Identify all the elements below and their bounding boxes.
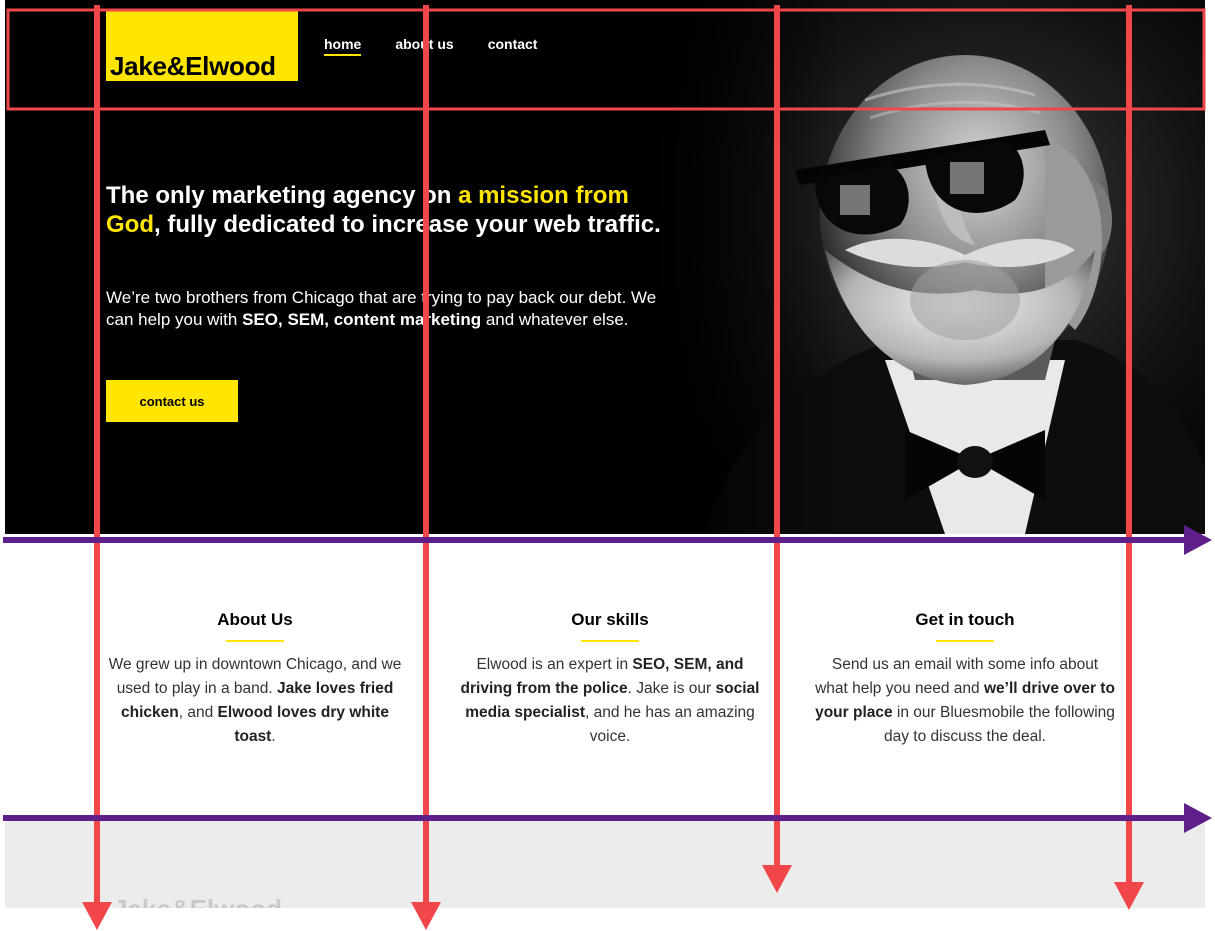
features-section: About Us We grew up in downtown Chicago,… [5,534,1205,818]
logo-text: Jake&Elwood [110,51,276,81]
feature-about-us: About Us We grew up in downtown Chicago,… [105,610,405,749]
feature-text: Send us an email with some info about wh… [815,653,1115,749]
site-logo[interactable]: Jake&Elwood [106,11,298,81]
headline-part-2: , fully dedicated to increase your web t… [154,211,661,238]
text-bold: Elwood loves dry white toast [217,704,389,745]
text-run: . Jake is our [627,680,716,697]
headline-part-1: The only marketing agency on [106,182,459,209]
hero-lead: We’re two brothers from Chicago that are… [106,287,676,331]
text-run: , and he has an amazing voice. [585,704,755,745]
hero-headline: The only marketing agency on a mission f… [106,181,676,239]
text-run: in our Bluesmobile the following day to … [884,704,1115,745]
contact-us-button[interactable]: contact us [106,380,238,422]
page: Jake&Elwood home about us contact The on… [5,0,1205,931]
title-underline [936,640,994,642]
hero-portrait-image [645,0,1205,534]
nav-item-home[interactable]: home [324,36,362,56]
footer: Jake&Elwood [5,818,1205,908]
feature-title: Get in touch [915,610,1015,629]
text-run: , and [178,704,218,721]
footer-logo: Jake&Elwood [113,894,282,908]
feature-text: We grew up in downtown Chicago, and we u… [105,653,405,749]
lead-part-2: and whatever else. [481,310,629,329]
main-nav: home about us contact [324,36,571,56]
text-run: . [271,728,276,745]
lead-bold: SEO, SEM, content marketing [242,310,482,329]
nav-item-contact[interactable]: contact [488,36,538,56]
feature-text: Elwood is an expert in SEO, SEM, and dri… [460,653,760,749]
feature-title: Our skills [571,610,649,629]
feature-title: About Us [217,610,293,629]
title-underline [581,640,639,642]
title-underline [226,640,284,642]
feature-our-skills: Our skills Elwood is an expert in SEO, S… [460,610,760,749]
feature-get-in-touch: Get in touch Send us an email with some … [815,610,1115,749]
text-run: Elwood is an expert in [476,656,633,673]
hero-section: Jake&Elwood home about us contact The on… [5,0,1205,534]
nav-item-about-us[interactable]: about us [395,36,453,56]
